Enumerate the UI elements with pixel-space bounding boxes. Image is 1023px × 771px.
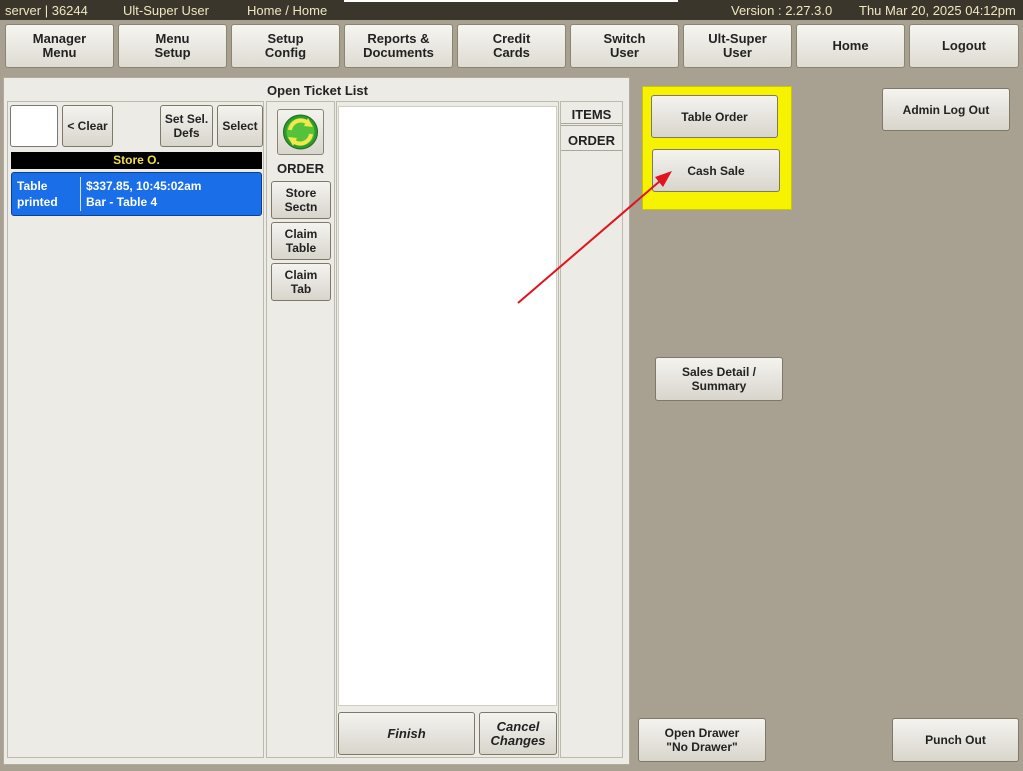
tab-items-label: ITEMS xyxy=(571,107,612,122)
ticket-location: Bar - Table 4 xyxy=(86,195,158,209)
server-label: server | 36244 xyxy=(5,3,88,18)
nav-menu-setup[interactable]: Menu Setup xyxy=(118,24,227,68)
user-label: Ult-Super User xyxy=(123,3,209,18)
ticket-search-input[interactable] xyxy=(10,105,58,147)
tab-order[interactable]: ORDER xyxy=(561,129,622,151)
nav-home[interactable]: Home xyxy=(796,24,905,68)
datetime-label: Thu Mar 20, 2025 04:12pm xyxy=(859,3,1016,18)
version-label: Version : 2.27.3.0 xyxy=(731,3,833,18)
set-sel-defs-button[interactable]: Set Sel. Defs xyxy=(160,105,213,147)
nav-setup-config[interactable]: Setup Config xyxy=(231,24,340,68)
cancel-changes-button[interactable]: Cancel Changes xyxy=(479,712,557,755)
nav-credit-cards[interactable]: Credit Cards xyxy=(457,24,566,68)
tab-items[interactable]: ITEMS xyxy=(561,104,622,126)
refresh-icon xyxy=(283,114,318,150)
status-bar: server | 36244 Ult-Super User Home / Hom… xyxy=(0,0,1023,20)
nav-manager-menu[interactable]: Manager Menu xyxy=(5,24,114,68)
ticket-divider xyxy=(80,177,81,211)
finish-button[interactable]: Finish xyxy=(338,712,475,755)
top-nav: Manager Menu Menu Setup Setup Config Rep… xyxy=(0,20,1023,72)
claim-table-button[interactable]: Claim Table xyxy=(271,222,331,260)
claim-tab-button[interactable]: Claim Tab xyxy=(271,263,331,301)
nav-ult-super-user[interactable]: Ult-Super User xyxy=(683,24,792,68)
store-header: Store O. xyxy=(11,152,262,169)
ticket-info: $337.85, 10:45:02am Bar - Table 4 xyxy=(86,178,201,210)
tab-order-label: ORDER xyxy=(568,133,615,148)
nav-switch-user[interactable]: Switch User xyxy=(570,24,679,68)
panel-title: Open Ticket List xyxy=(267,83,368,98)
ticket-status: Table printed xyxy=(17,179,58,209)
status-top-divider xyxy=(344,0,678,2)
table-order-button[interactable]: Table Order xyxy=(651,95,778,138)
punch-out-button[interactable]: Punch Out xyxy=(892,718,1019,762)
open-drawer-button[interactable]: Open Drawer "No Drawer" xyxy=(638,718,766,762)
sales-detail-summary-button[interactable]: Sales Detail / Summary xyxy=(655,357,783,401)
order-tabs-pane xyxy=(560,101,623,758)
refresh-button[interactable] xyxy=(277,109,324,155)
select-button[interactable]: Select xyxy=(217,105,263,147)
order-label: ORDER xyxy=(277,161,324,176)
ticket-row[interactable]: Table printed $337.85, 10:45:02am Bar - … xyxy=(11,172,262,216)
admin-log-out-button[interactable]: Admin Log Out xyxy=(882,88,1010,131)
ticket-amount-time: $337.85, 10:45:02am xyxy=(86,179,202,193)
cash-sale-button[interactable]: Cash Sale xyxy=(652,149,780,192)
order-items-list[interactable] xyxy=(338,106,557,706)
clear-button[interactable]: < Clear xyxy=(62,105,113,147)
nav-reports-documents[interactable]: Reports & Documents xyxy=(344,24,453,68)
store-sectn-button[interactable]: Store Sectn xyxy=(271,181,331,219)
location-breadcrumb: Home / Home xyxy=(247,3,328,18)
nav-logout[interactable]: Logout xyxy=(909,24,1019,68)
